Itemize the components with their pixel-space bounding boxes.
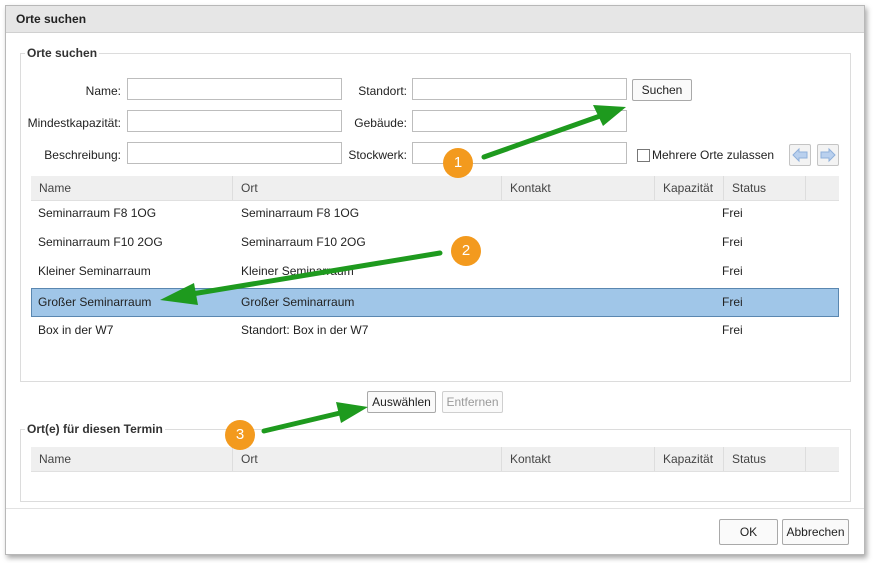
dialog-titlebar[interactable]: Orte suchen — [6, 6, 864, 33]
ok-button[interactable]: OK — [719, 519, 778, 545]
table-row[interactable]: Kleiner Seminarraum Kleiner Seminarraum … — [31, 258, 839, 287]
col-header-status[interactable]: Status — [724, 447, 806, 471]
cell-name: Box in der W7 — [38, 323, 114, 337]
col-header-kontakt[interactable]: Kontakt — [502, 447, 655, 471]
col-header-status[interactable]: Status — [724, 176, 806, 200]
assigned-grid-header: Name Ort Kontakt Kapazität Status — [31, 447, 839, 472]
cell-status: Frei — [722, 323, 743, 337]
next-page-button[interactable] — [817, 144, 839, 166]
table-row[interactable]: Box in der W7 Standort: Box in der W7 Fr… — [31, 317, 839, 346]
col-header-name[interactable]: Name — [31, 176, 233, 200]
table-row-selected[interactable]: Großer Seminarraum Großer Seminarraum Fr… — [31, 288, 839, 317]
cell-ort: Seminarraum F10 2OG — [241, 235, 366, 249]
cell-ort: Seminarraum F8 1OG — [241, 206, 360, 220]
dialog-window: Orte suchen Orte suchen Name: Mindestkap… — [5, 5, 865, 555]
cell-name: Großer Seminarraum — [38, 295, 152, 309]
cancel-button[interactable]: Abbrechen — [782, 519, 849, 545]
cell-status: Frei — [722, 206, 743, 220]
cell-status: Frei — [722, 264, 743, 278]
footer-divider — [6, 508, 864, 509]
dialog-title: Orte suchen — [16, 12, 87, 26]
step-badge-2: 2 — [451, 236, 481, 266]
cell-status: Frei — [722, 295, 743, 309]
arrow-left-icon — [792, 147, 808, 163]
remove-button[interactable]: Entfernen — [442, 391, 503, 413]
name-label: Name: — [85, 84, 121, 98]
building-label: Gebäude: — [354, 116, 407, 130]
col-header-ort[interactable]: Ort — [233, 447, 502, 471]
table-row[interactable]: Seminarraum F10 2OG Seminarraum F10 2OG … — [31, 229, 839, 258]
floor-label: Stockwerk: — [348, 148, 407, 162]
results-grid-header: Name Ort Kontakt Kapazität Status — [31, 176, 839, 201]
table-row[interactable]: Seminarraum F8 1OG Seminarraum F8 1OG Fr… — [31, 200, 839, 229]
location-label: Standort: — [358, 84, 407, 98]
prev-page-button[interactable] — [789, 144, 811, 166]
step-badge-3: 3 — [225, 420, 255, 450]
multi-label: Mehrere Orte zulassen — [652, 148, 775, 162]
col-header-kontakt[interactable]: Kontakt — [502, 176, 655, 200]
search-button[interactable]: Suchen — [632, 79, 692, 101]
search-group-legend: Orte suchen — [25, 46, 100, 60]
step-badge-1: 1 — [443, 148, 473, 178]
cell-name: Seminarraum F8 1OG — [38, 206, 157, 220]
col-header-kapazitaet[interactable]: Kapazität — [655, 447, 724, 471]
building-input[interactable] — [412, 110, 627, 132]
cell-ort: Kleiner Seminarraum — [241, 264, 354, 278]
results-grid: Name Ort Kontakt Kapazität Status Semina… — [31, 176, 839, 371]
arrow-right-icon — [820, 147, 836, 163]
col-header-ort[interactable]: Ort — [233, 176, 502, 200]
location-input[interactable] — [412, 78, 627, 100]
cell-name: Kleiner Seminarraum — [38, 264, 151, 278]
assigned-grid: Name Ort Kontakt Kapazität Status — [31, 447, 839, 492]
cell-ort: Großer Seminarraum — [241, 295, 355, 309]
assigned-group-legend: Ort(e) für diesen Termin — [25, 422, 165, 436]
col-header-name[interactable]: Name — [31, 447, 233, 471]
capacity-label: Mindestkapazität: — [27, 116, 121, 130]
cell-status: Frei — [722, 235, 743, 249]
cell-ort: Standort: Box in der W7 — [241, 323, 369, 337]
cell-name: Seminarraum F10 2OG — [38, 235, 163, 249]
description-label: Beschreibung: — [44, 148, 121, 162]
col-header-kapazitaet[interactable]: Kapazität — [655, 176, 724, 200]
multi-checkbox[interactable] — [637, 149, 650, 162]
select-button[interactable]: Auswählen — [367, 391, 436, 413]
